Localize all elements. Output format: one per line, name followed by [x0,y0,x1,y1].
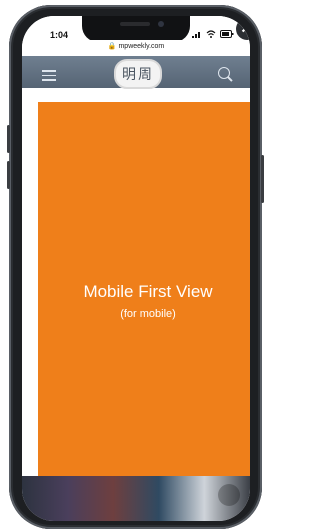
mobile-first-view-ad[interactable]: Mobile First View (for mobile) [36,100,250,490]
search-icon[interactable] [218,67,230,79]
menu-icon[interactable] [42,70,56,84]
phone-screen: 1:04 🔒 mpweekly.com 明周 ✕ Mobile First Vie… [22,16,250,521]
ad-title: Mobile First View [83,282,213,301]
site-logo[interactable]: 明周 [114,59,162,89]
status-icons [192,30,234,38]
url-text-container: 🔒 mpweekly.com [22,42,250,50]
lock-icon: 🔒 [107,43,117,50]
background-content-image [22,476,250,521]
camera-icon [158,21,164,27]
battery-icon [220,30,234,38]
site-header: 明周 [22,56,250,89]
notch [82,16,190,42]
volume-button-down [7,161,10,189]
signal-icon [192,32,200,38]
volume-button-up [7,125,10,153]
scroll-top-icon[interactable] [218,484,240,506]
browser-url-bar[interactable]: 🔒 mpweekly.com [22,40,250,56]
wifi-icon [206,30,216,38]
ad-subtitle: (for mobile) [120,308,176,320]
power-button [261,155,264,203]
url-text: mpweekly.com [118,43,165,50]
status-time: 1:04 [50,30,69,40]
speaker-icon [120,22,150,26]
status-bar: 1:04 [22,16,250,42]
